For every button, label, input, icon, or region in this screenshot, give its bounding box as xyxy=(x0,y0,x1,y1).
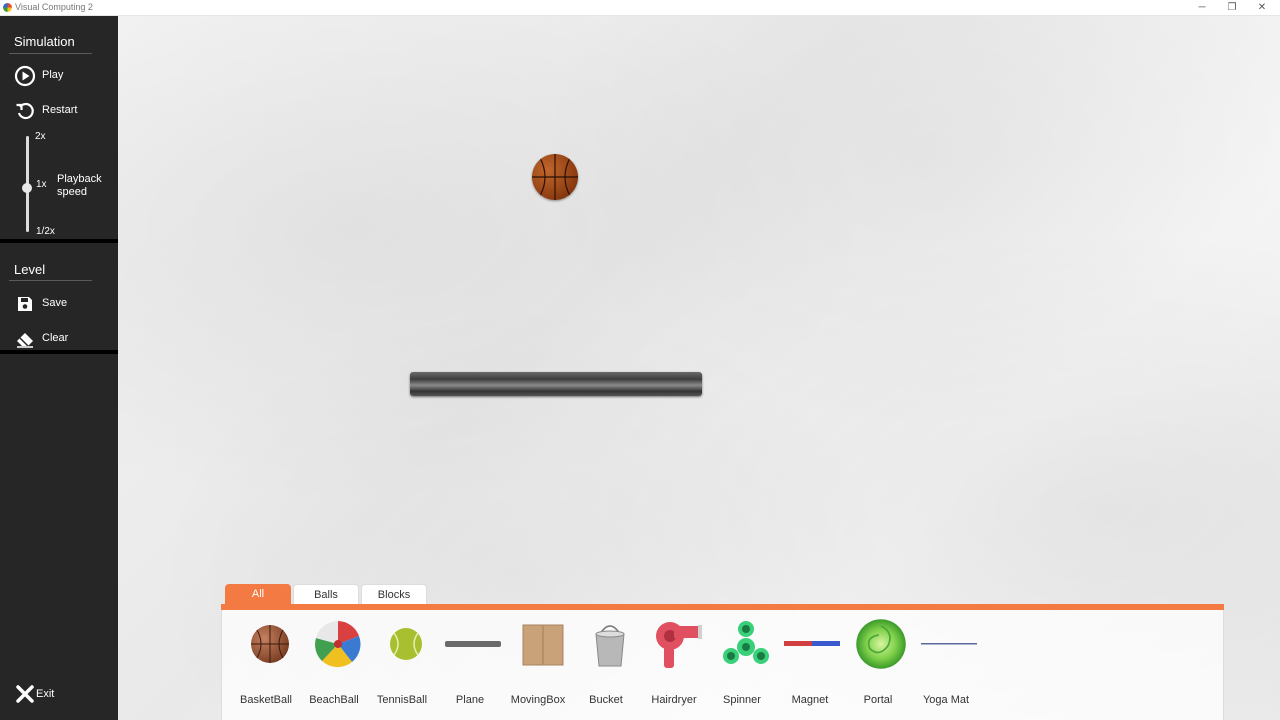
exit-x-icon xyxy=(16,685,34,703)
section-rule xyxy=(9,53,92,54)
tool-bucket[interactable]: Bucket xyxy=(572,620,640,710)
tool-label: Portal xyxy=(863,694,893,706)
restore-button[interactable]: ❐ xyxy=(1217,0,1247,16)
play-label: Play xyxy=(42,69,64,81)
sidebar: Simulation Play Restart 2x 1x Playback s… xyxy=(0,16,118,720)
playback-speed-caption: Playback speed xyxy=(57,173,102,198)
tool-magnet[interactable]: Magnet xyxy=(776,620,844,710)
tab-all[interactable]: All xyxy=(225,584,291,605)
section-rule xyxy=(9,280,92,281)
toolbox: All Balls Blocks BasketBall BeachBall Te… xyxy=(221,584,1224,720)
level-heading: Level xyxy=(14,262,46,277)
tool-hairdryer[interactable]: Hairdryer xyxy=(640,620,708,710)
spinner-icon xyxy=(723,621,769,664)
tool-label: MovingBox xyxy=(510,694,566,706)
tool-label: Bucket xyxy=(589,694,623,706)
speed-mid-label: 1x xyxy=(36,179,47,190)
save-label: Save xyxy=(42,297,68,309)
save-icon xyxy=(18,297,32,311)
tennisball-icon xyxy=(390,628,422,660)
window-title: Visual Computing 2 xyxy=(15,2,93,12)
plane-icon xyxy=(445,641,501,647)
scene-basketball[interactable] xyxy=(532,154,578,200)
tool-label: Magnet xyxy=(791,694,829,706)
eraser-icon xyxy=(17,333,33,348)
exit-button[interactable]: Exit xyxy=(0,681,118,709)
tool-label: Hairdryer xyxy=(651,694,697,706)
tab-blocks[interactable]: Blocks xyxy=(361,584,427,605)
basketball-icon xyxy=(251,625,289,663)
app-icon xyxy=(3,3,12,12)
tool-beachball[interactable]: BeachBall xyxy=(300,620,368,710)
restart-icon xyxy=(16,102,34,120)
tool-portal[interactable]: Portal xyxy=(844,619,912,710)
tool-basketball[interactable]: BasketBall xyxy=(232,620,300,710)
tool-tennisball[interactable]: TennisBall xyxy=(368,620,436,710)
section-divider xyxy=(0,350,118,354)
clear-button[interactable]: Clear xyxy=(0,324,118,352)
tab-balls[interactable]: Balls xyxy=(293,584,359,605)
tool-label: BeachBall xyxy=(309,694,359,706)
basketball-icon xyxy=(532,154,578,200)
magnet-icon xyxy=(784,641,840,646)
minimize-button[interactable]: ─ xyxy=(1187,0,1217,16)
tool-label: Spinner xyxy=(723,694,761,706)
exit-label: Exit xyxy=(36,688,55,700)
restart-button[interactable]: Restart xyxy=(0,96,118,124)
clear-label: Clear xyxy=(42,332,69,344)
close-window-button[interactable]: ✕ xyxy=(1247,0,1277,16)
play-icon xyxy=(14,65,36,87)
tool-label: TennisBall xyxy=(376,694,428,706)
save-button[interactable]: Save xyxy=(0,289,118,317)
speed-max-label: 2x xyxy=(35,131,46,142)
yogamat-icon xyxy=(921,643,977,645)
tool-movingbox[interactable]: MovingBox xyxy=(504,620,572,710)
title-bar: Visual Computing 2 ─ ❐ ✕ xyxy=(0,0,1280,16)
scene-plane[interactable] xyxy=(410,372,702,396)
play-button[interactable]: Play xyxy=(0,61,118,89)
section-divider xyxy=(0,239,118,243)
tool-label: Plane xyxy=(455,694,485,706)
speed-min-label: 1/2x xyxy=(36,226,55,237)
bucket-icon xyxy=(595,625,625,667)
tool-label: Yoga Mat xyxy=(922,694,970,706)
tool-yogamat[interactable]: Yoga Mat xyxy=(912,620,980,710)
box-icon xyxy=(522,624,564,666)
simulation-heading: Simulation xyxy=(14,34,75,49)
portal-icon xyxy=(856,619,906,669)
restart-label: Restart xyxy=(42,104,78,116)
hairdryer-icon xyxy=(656,622,702,668)
playback-speed-thumb[interactable] xyxy=(22,183,32,193)
tool-label: BasketBall xyxy=(240,694,292,706)
beachball-icon xyxy=(315,621,361,668)
tool-plane[interactable]: Plane xyxy=(436,620,504,710)
tool-tray: BasketBall BeachBall TennisBall Plane Mo… xyxy=(221,610,1224,720)
tool-spinner[interactable]: Spinner xyxy=(708,620,776,710)
